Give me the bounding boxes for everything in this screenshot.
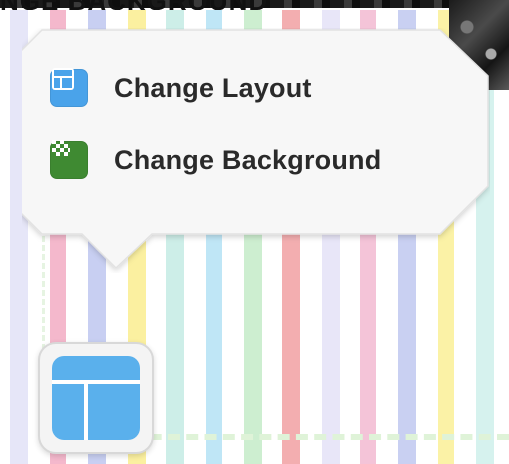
canvas-area: NGE BACKGROUND Change Layout	[0, 0, 509, 464]
layout-icon	[50, 68, 88, 107]
checkerboard-background-icon	[50, 140, 88, 179]
layout-icon	[52, 356, 140, 440]
change-background-label: Change Background	[114, 144, 382, 175]
layout-button[interactable]	[38, 342, 154, 454]
change-layout-menu-item[interactable]: Change Layout	[50, 66, 312, 110]
page-heading: NGE BACKGROUND	[0, 0, 380, 10]
change-background-menu-item[interactable]: Change Background	[50, 138, 381, 182]
layout-popover-menu: Change Layout Change Background	[22, 28, 490, 270]
change-layout-label: Change Layout	[114, 72, 312, 103]
